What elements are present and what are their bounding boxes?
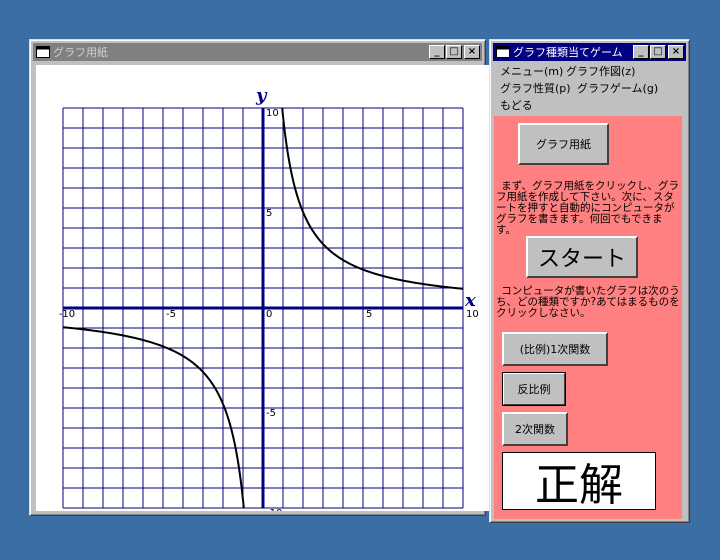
x-tick-label: -5 <box>166 309 176 320</box>
close-button[interactable]: × <box>464 45 480 59</box>
hyperbola-branch-positive <box>281 107 464 290</box>
graph-window-title: グラフ用紙 <box>53 46 108 59</box>
x-axis-label: x <box>464 290 476 311</box>
x-tick-label: 10 <box>466 309 479 320</box>
menu-item-back[interactable]: もどる <box>500 97 533 113</box>
y-tick-label: 10 <box>266 108 279 119</box>
menu-item-graph-game[interactable]: グラフゲーム(g) <box>577 80 658 96</box>
game-window: グラフ種類当てゲーム _ □ × メニュー(m) グラフ作図(z) グラフ性質(… <box>489 39 690 523</box>
window-app-icon <box>36 46 50 58</box>
game-window-titlebar[interactable]: グラフ種類当てゲーム _ □ × <box>493 43 686 61</box>
maximize-icon: □ <box>653 46 663 57</box>
menu-item-graph-draw[interactable]: グラフ作図(z) <box>566 63 635 79</box>
game-window-title: グラフ種類当てゲーム <box>513 46 623 59</box>
close-button[interactable]: × <box>668 45 684 59</box>
x-tick-label: 0 <box>266 309 272 320</box>
graph-chart: x y -10 -5 0 5 10 10 5 -5 -10 <box>59 85 479 519</box>
result-display: 正解 <box>502 452 656 511</box>
x-tick-label: 5 <box>366 309 372 320</box>
graph-paper-window: グラフ用紙 _ □ × x y -10 -5 0 5 10 10 5 -5 -10 <box>29 39 500 519</box>
maximize-button[interactable]: □ <box>446 45 462 59</box>
y-axis-label: y <box>255 85 268 106</box>
instructions-text: まず、グラフ用紙をクリックし、グラフ用紙を作成して下さい。次に、スタートを押すと… <box>496 180 680 236</box>
minimize-icon: _ <box>434 46 440 57</box>
inverse-proportion-button[interactable]: 反比例 <box>502 372 566 406</box>
quadratic-function-button[interactable]: 2次関数 <box>502 412 568 446</box>
start-button[interactable]: スタート <box>526 236 638 278</box>
menu-item-menu[interactable]: メニュー(m) <box>500 63 563 79</box>
minimize-button[interactable]: _ <box>633 45 649 59</box>
minimize-button[interactable]: _ <box>429 45 445 59</box>
hyperbola-branch-negative <box>62 326 245 509</box>
maximize-icon: □ <box>449 46 459 57</box>
graph-paper-button[interactable]: グラフ用紙 <box>518 123 609 165</box>
linear-function-button[interactable]: (比例)1次関数 <box>502 332 608 366</box>
y-tick-label: 5 <box>266 208 272 219</box>
y-tick-label: -5 <box>266 408 276 419</box>
close-icon: × <box>467 46 477 57</box>
y-tick-label: -10 <box>266 508 282 511</box>
minimize-icon: _ <box>638 46 644 57</box>
x-tick-label: -10 <box>59 309 75 320</box>
game-panel: グラフ用紙 まず、グラフ用紙をクリックし、グラフ用紙を作成して下さい。次に、スタ… <box>494 116 682 519</box>
maximize-button[interactable]: □ <box>650 45 666 59</box>
close-icon: × <box>671 46 681 57</box>
graph-window-titlebar[interactable]: グラフ用紙 _ □ × <box>33 43 482 61</box>
menu-item-graph-properties[interactable]: グラフ性質(p) <box>500 80 571 96</box>
graph-paper: x y -10 -5 0 5 10 10 5 -5 -10 <box>36 65 500 519</box>
question-text: コンピュータが書いたグラフは次のうち、どの種類ですか?あてはまるものをクリックし… <box>496 285 680 319</box>
window-app-icon <box>496 46 510 58</box>
